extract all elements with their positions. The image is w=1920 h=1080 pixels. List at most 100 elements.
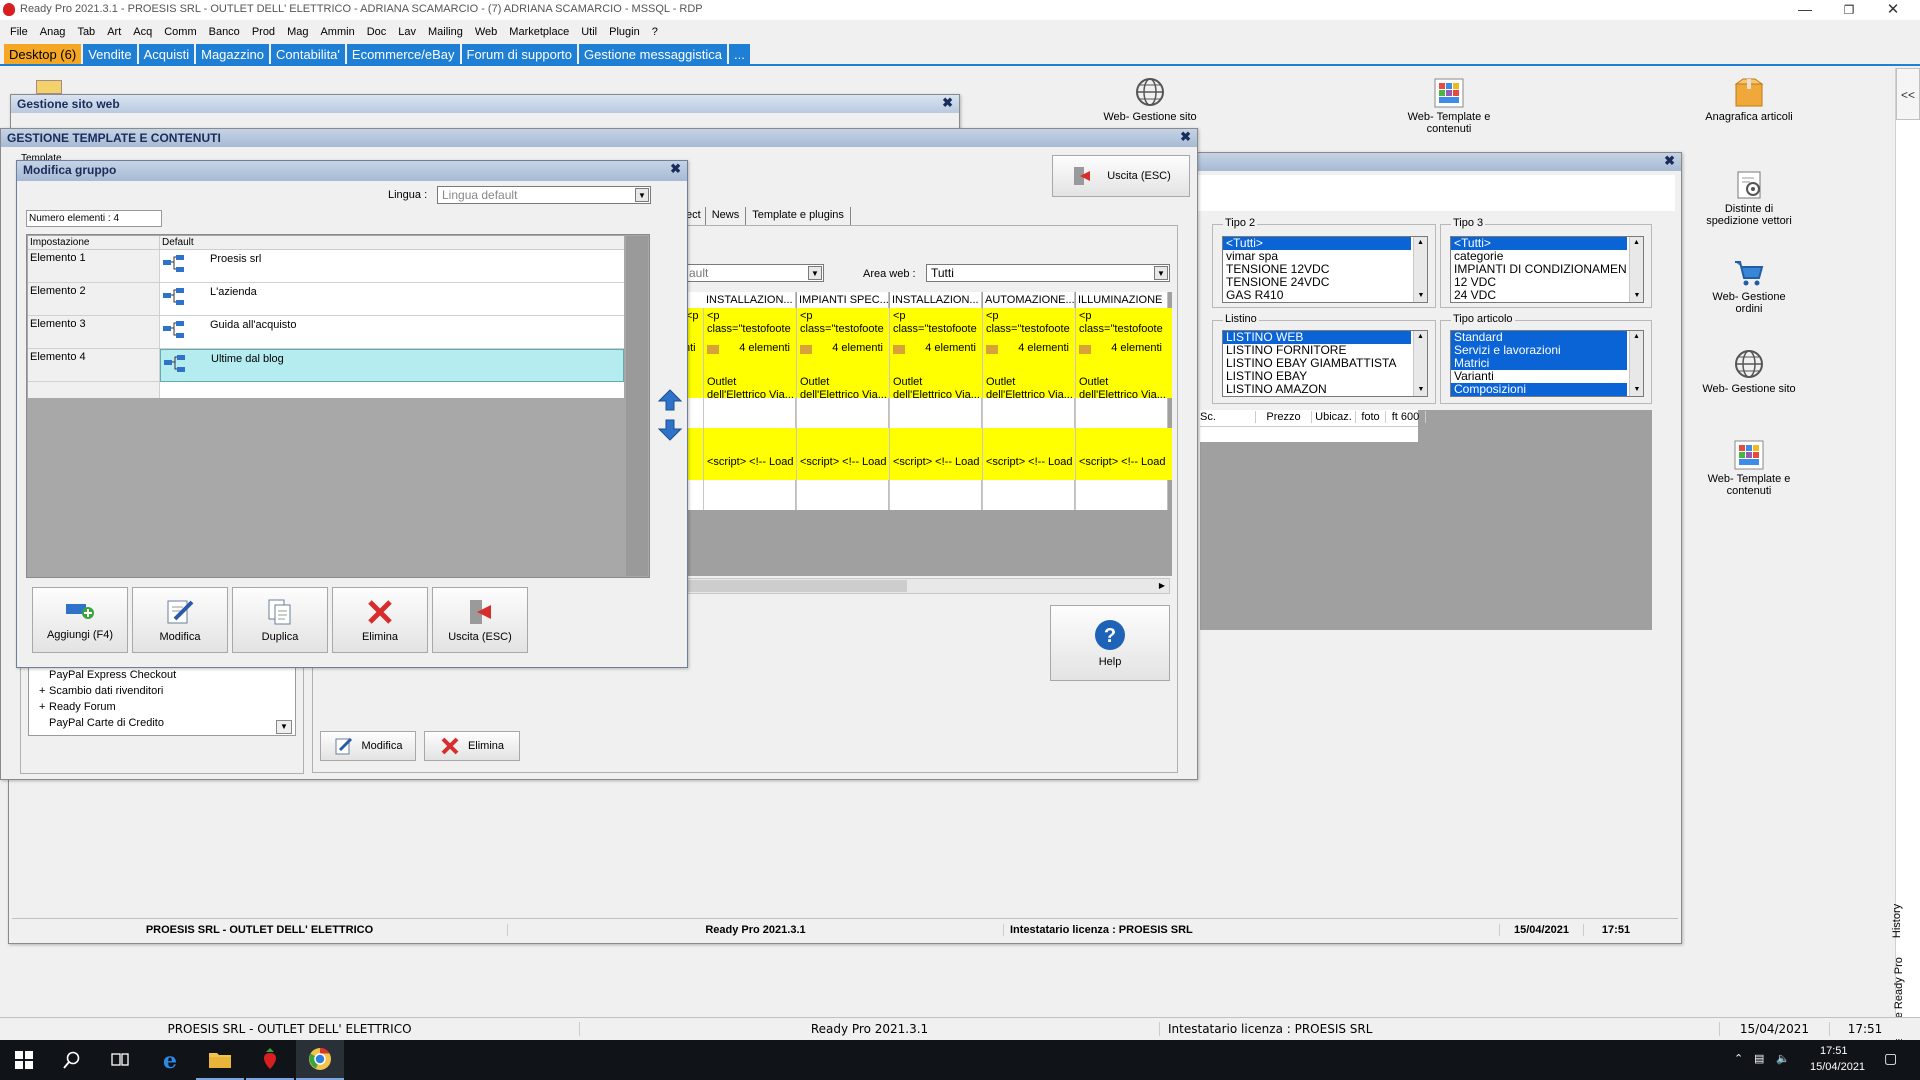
menu-item-anag[interactable]: Anag	[34, 26, 72, 38]
tab-more[interactable]: ...	[729, 44, 750, 64]
volume-icon[interactable]: 🔈	[1776, 1052, 1790, 1065]
desktop-icon-anagrafica-articoli[interactable]: Anagrafica articoli	[1689, 78, 1809, 123]
network-icon[interactable]: ▤	[1754, 1052, 1764, 1065]
menu-item-lav[interactable]: Lav	[392, 26, 422, 38]
close-icon[interactable]: ✖	[1664, 153, 1675, 169]
menu-item-acq[interactable]: Acq	[127, 26, 158, 38]
template-modifica-button[interactable]: Modifica	[320, 731, 416, 761]
tab-desktop6[interactable]: Desktop (6)	[4, 44, 82, 64]
listbox-scrollbar[interactable]: ▲ ▼	[1413, 237, 1427, 302]
tree-item[interactable]: + Ready Forum	[39, 699, 295, 715]
move-up-button[interactable]	[657, 388, 683, 412]
close-icon[interactable]: ✖	[942, 95, 953, 111]
tree-item[interactable]: PayPal Carte di Credito	[49, 715, 295, 731]
chevron-up-icon[interactable]: ▲	[1630, 237, 1643, 249]
desktop-icon-web-template[interactable]: Web- Template e contenuti	[1389, 78, 1509, 135]
menu-item-marketplace[interactable]: Marketplace	[503, 26, 575, 38]
template-grid-cell[interactable]: 4 elementi	[800, 342, 887, 355]
template-grid-cell[interactable]: 4 elementi	[707, 342, 794, 355]
menu-item-prod[interactable]: Prod	[246, 26, 281, 38]
tab-magazzino[interactable]: Magazzino	[196, 44, 269, 64]
expand-icon[interactable]: +	[39, 699, 45, 715]
desktop-icon-web-template-2[interactable]: Web- Template e contenuti	[1689, 440, 1809, 497]
tipo3-listbox[interactable]: <Tutti> categorie IMPIANTI DI CONDIZIONAME…	[1450, 236, 1644, 303]
table-row[interactable]: Elemento 3 Guida all'acquisto	[28, 316, 624, 349]
uscita-button[interactable]: Uscita (ESC)	[1052, 155, 1190, 197]
desktop-icon-web-gestione-ordini[interactable]: Web- Gestione ordini	[1689, 258, 1809, 315]
chevron-down-icon[interactable]: ▼	[635, 188, 649, 202]
template-grid-cell[interactable]: <p class="testofoote	[986, 310, 1073, 338]
chevron-down-icon[interactable]: ▼	[1154, 266, 1168, 280]
area-web-combo[interactable]: Tutti ▼	[926, 264, 1170, 282]
chevron-down-icon[interactable]: ▼	[1630, 384, 1643, 396]
template-grid-cell[interactable]: <p class="testofoote	[1079, 310, 1166, 338]
close-icon[interactable]: ✕	[1878, 0, 1908, 20]
menu-item-mailing[interactable]: Mailing	[422, 26, 469, 38]
tab-acquisti[interactable]: Acquisti	[138, 44, 195, 64]
tipo2-listbox[interactable]: <Tutti> vimar spa TENSIONE 12VDC TENSIONE 2…	[1222, 236, 1428, 303]
template-grid-cell[interactable]: 4 elementi	[893, 342, 980, 355]
tab-news[interactable]: News	[706, 207, 747, 225]
tab-gestionemessaggistica[interactable]: Gestione messaggistica	[579, 44, 728, 64]
clock-date[interactable]: 15/04/2021	[1810, 1061, 1865, 1073]
taskbar-explorer[interactable]	[196, 1040, 244, 1080]
articoli-column-header[interactable]: Sc.	[1200, 411, 1256, 423]
menu-item-banco[interactable]: Banco	[203, 26, 246, 38]
close-icon[interactable]: ✖	[670, 161, 681, 177]
template-grid-cell[interactable]: <script> <!-- Load	[1079, 456, 1166, 484]
template-grid-cell[interactable]: <script> <!-- Load	[800, 456, 887, 484]
listbox-item[interactable]: 24 VDC	[1451, 289, 1627, 302]
menu-item-web[interactable]: Web	[469, 26, 503, 38]
chevron-down-icon[interactable]: ▼	[1414, 384, 1427, 396]
template-grid-cell[interactable]: Outlet dell'Elettrico Via...	[1079, 376, 1166, 404]
taskbar-readypro[interactable]	[246, 1040, 294, 1080]
table-row[interactable]: Elemento 2 L'azienda	[28, 283, 624, 316]
notification-icon[interactable]: ▢	[1884, 1050, 1897, 1067]
menu-item-art[interactable]: Art	[101, 26, 127, 38]
search-button[interactable]	[48, 1040, 96, 1080]
tree-item[interactable]: PayPal Express Checkout	[49, 667, 295, 683]
template-grid-cell[interactable]: 4 elementi	[1079, 342, 1166, 355]
listbox-scrollbar[interactable]: ▲ ▼	[1629, 331, 1643, 396]
menu-item-doc[interactable]: Doc	[361, 26, 393, 38]
template-column-header[interactable]: IMPIANTI SPEC...	[799, 294, 888, 306]
restore-icon[interactable]: ❐	[1834, 0, 1864, 20]
listbox-item[interactable]: GAS R410	[1223, 289, 1411, 302]
articoli-column-header[interactable]: foto	[1356, 411, 1386, 423]
chevron-up-icon[interactable]: ▲	[1414, 331, 1427, 343]
tab-contabilita[interactable]: Contabilita'	[270, 44, 345, 64]
template-column-header[interactable]: INSTALLAZION...	[706, 294, 795, 306]
uscita-dialog-button[interactable]: Uscita (ESC)	[432, 587, 528, 653]
listbox-scrollbar[interactable]: ▲ ▼	[1629, 237, 1643, 302]
table-row[interactable]: Elemento 1 Proesis srl	[28, 250, 624, 283]
desktop-icon-distinte-spedizione[interactable]: Distinte di spedizione vettori	[1689, 170, 1809, 227]
tab-template-plugins[interactable]: Template e plugins	[746, 207, 851, 225]
desktop-icon-web-gestione-sito-2[interactable]: Web- Gestione sito	[1689, 348, 1809, 395]
listbox-item[interactable]: LISTINO AMAZON	[1223, 383, 1411, 396]
articoli-column-header[interactable]: Ubicaz.	[1312, 411, 1356, 423]
listino-listbox[interactable]: LISTINO WEB LISTINO FORNITORE LISTINO EBAY…	[1222, 330, 1428, 397]
collapse-panel-button[interactable]: <<	[1896, 68, 1920, 120]
tree-scroll-down-icon[interactable]: ▼	[276, 720, 292, 734]
template-column-header[interactable]: AUTOMAZIONE...	[985, 294, 1074, 306]
tab-ecommerceebay[interactable]: Ecommerce/eBay	[346, 44, 460, 64]
template-grid-cell[interactable]: Outlet dell'Elettrico Via...	[893, 376, 980, 404]
help-button[interactable]: ? Help	[1050, 605, 1170, 681]
chevron-up-icon[interactable]: ▲	[1414, 237, 1427, 249]
grid-hscrollbar[interactable]: ▶	[684, 578, 1170, 594]
duplica-button[interactable]: Duplica	[232, 587, 328, 653]
menu-item-file[interactable]: File	[4, 26, 34, 38]
table-row[interactable]: Elemento 4 Ultime dal blog	[28, 349, 624, 382]
menu-item-mag[interactable]: Mag	[281, 26, 314, 38]
chevron-down-icon[interactable]: ▼	[808, 266, 822, 280]
template-grid-cell[interactable]: <script> <!-- Load	[986, 456, 1073, 484]
start-button[interactable]	[0, 1040, 48, 1080]
tipo-articolo-listbox[interactable]: Standard Servizi e lavorazioni Matrici Vari…	[1450, 330, 1644, 397]
template-grid-cell[interactable]: <p class="testofoote	[707, 310, 794, 338]
tab-vendite[interactable]: Vendite	[83, 44, 137, 64]
template-grid-cell[interactable]: <script> <!-- Load	[707, 456, 794, 484]
chevron-up-icon[interactable]: ⌃	[1734, 1052, 1743, 1065]
template-grid-cell[interactable]: Outlet dell'Elettrico Via...	[986, 376, 1073, 404]
template-grid-cell[interactable]: <p	[686, 310, 704, 322]
template-grid-cell[interactable]: <p class="testofoote	[800, 310, 887, 338]
